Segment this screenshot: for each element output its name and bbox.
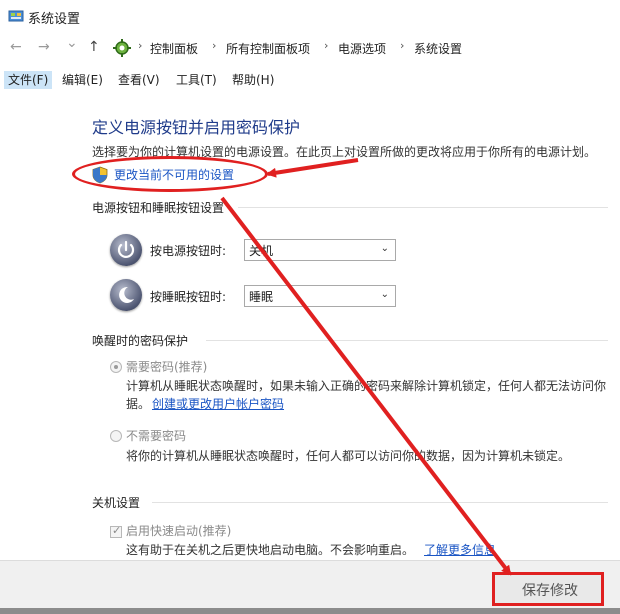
- annotation-arrows: [220, 158, 512, 576]
- annotation-arrow-to-link: [266, 158, 359, 178]
- annotation-arrow-to-save: [220, 196, 512, 576]
